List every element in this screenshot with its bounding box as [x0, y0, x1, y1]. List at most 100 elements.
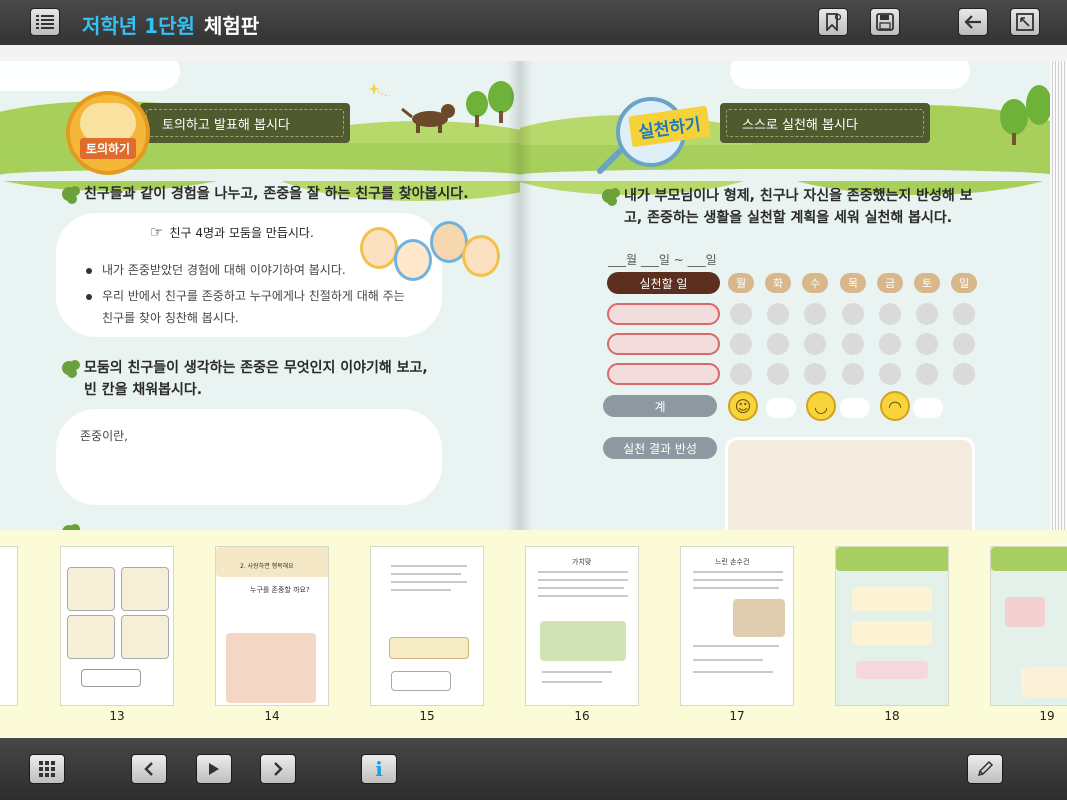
comic-panel — [67, 567, 115, 611]
check-circle[interactable] — [767, 303, 789, 325]
bullet-item: 우리 반에서 친구를 존중하고 누구에게나 친절하게 대해 주는 — [86, 285, 405, 307]
children-faces-illustration — [360, 221, 500, 291]
bullet-item: 내가 존중받았던 경험에 대해 이야기하여 봅시다. — [86, 259, 346, 281]
thumbnail-strip[interactable]: 13 2. 사랑하면 행복해요 누구를 존중할 까요? 14 15 가치맞 16… — [0, 530, 1067, 738]
thumbnail-page[interactable]: 가치맞 — [525, 546, 639, 706]
question-2: 모둠의 친구들이 생각하는 존중은 무엇인지 이야기해 보고, — [62, 357, 428, 379]
play-icon — [209, 763, 219, 775]
left-page[interactable]: 토의하고 발표해 봅시다 토의하기 친구들과 같이 경험을 나누고, 존중을 잘… — [0, 61, 520, 531]
list-menu-button[interactable] — [30, 8, 60, 36]
frown-icon[interactable]: ◠ — [880, 391, 910, 421]
tree — [466, 91, 488, 117]
back-arrow-icon — [964, 15, 981, 29]
tree — [1026, 85, 1052, 125]
score-input[interactable] — [766, 398, 796, 418]
thumbnail-page[interactable] — [835, 546, 949, 706]
thumbnail-page-number: 17 — [729, 709, 745, 723]
check-circle[interactable] — [953, 333, 975, 355]
thumbnail-page[interactable] — [990, 546, 1067, 706]
fit-screen-icon — [1016, 13, 1034, 31]
info-button[interactable]: i — [361, 754, 397, 784]
save-button[interactable] — [870, 8, 900, 36]
tree-trunk — [475, 115, 479, 127]
smile-icon[interactable]: ◡ — [806, 391, 836, 421]
check-circle[interactable] — [804, 363, 826, 385]
check-circle[interactable] — [842, 303, 864, 325]
ebook-viewer: 저학년 1단원 체험판 토의하고 발표해 봅시다 토의하기 친구들과 같이 경험… — [0, 0, 1067, 800]
edition-label: 체험판 — [204, 14, 260, 38]
book-title: 저학년 1단원 — [82, 14, 195, 38]
tree — [1000, 99, 1028, 135]
fit-screen-button[interactable] — [1010, 8, 1040, 36]
clover-icon — [602, 189, 616, 203]
check-circle[interactable] — [730, 303, 752, 325]
badge-illustration — [80, 103, 136, 143]
check-circle[interactable] — [804, 333, 826, 355]
check-circle[interactable] — [767, 363, 789, 385]
check-circle[interactable] — [879, 363, 901, 385]
save-icon — [876, 13, 894, 31]
thumb-box — [856, 661, 928, 679]
score-input[interactable] — [840, 398, 870, 418]
pencil-icon — [977, 760, 994, 777]
info-icon: i — [375, 757, 383, 781]
bookmark-button[interactable] — [818, 8, 848, 36]
next-page-button[interactable] — [260, 754, 296, 784]
comic-panel — [67, 615, 115, 659]
practice-question: 내가 부모님이나 형제, 친구나 자신을 존중했는지 반성해 보 — [602, 185, 973, 207]
check-circle[interactable] — [767, 333, 789, 355]
day-header: 목 — [840, 273, 866, 293]
right-page[interactable]: 스스로 실천해 봅시다 실천하기 내가 부모님이나 형제, 친구나 자신을 존중… — [520, 61, 1052, 531]
comic-panel — [121, 615, 169, 659]
back-button[interactable] — [958, 8, 988, 36]
thumbnail-partial[interactable] — [0, 546, 18, 706]
prev-page-button[interactable] — [131, 754, 167, 784]
list-menu-icon — [36, 15, 54, 29]
check-circle[interactable] — [916, 303, 938, 325]
grid-view-button[interactable] — [29, 754, 65, 784]
child-face — [360, 227, 398, 269]
total-label: 계 — [603, 395, 717, 417]
thumbnail-page[interactable] — [370, 546, 484, 706]
star-sparkle-icon — [368, 83, 390, 96]
task-input[interactable] — [607, 363, 720, 385]
score-input[interactable] — [913, 398, 943, 418]
thumb-illustration — [540, 621, 626, 661]
clover-icon — [62, 187, 76, 201]
chevron-left-icon — [144, 762, 153, 776]
task-input[interactable] — [607, 333, 720, 355]
answer-box[interactable] — [56, 409, 442, 505]
check-circle[interactable] — [842, 363, 864, 385]
check-circle[interactable] — [879, 303, 901, 325]
check-circle[interactable] — [804, 303, 826, 325]
discuss-badge-label: 토의하기 — [79, 138, 137, 159]
pen-tool-button[interactable] — [967, 754, 1003, 784]
tree-trunk — [499, 111, 503, 123]
thumb-illustration — [733, 599, 785, 637]
check-circle[interactable] — [916, 363, 938, 385]
dog-illustration — [401, 104, 455, 133]
bottom-toolbar: i — [0, 738, 1067, 800]
day-header: 토 — [914, 273, 940, 293]
check-circle[interactable] — [916, 333, 938, 355]
check-circle[interactable] — [879, 333, 901, 355]
grid-icon — [39, 761, 55, 777]
thumb-note — [391, 671, 451, 691]
bullet-item-continued: 친구를 찾아 칭찬해 봅시다. — [102, 311, 239, 325]
thumbnail-page[interactable] — [60, 546, 174, 706]
result-reflection-box[interactable] — [725, 437, 975, 531]
check-circle[interactable] — [730, 333, 752, 355]
thumbnail-page[interactable]: 느린 손수건 — [680, 546, 794, 706]
thumbnail-page[interactable]: 2. 사랑하면 행복해요 누구를 존중할 까요? — [215, 546, 329, 706]
answer-prompt: 존중이란, — [80, 429, 128, 443]
section-banner-discuss: 토의하고 발표해 봅시다 — [140, 103, 350, 143]
check-circle[interactable] — [953, 303, 975, 325]
page-edges — [1050, 61, 1067, 531]
check-circle[interactable] — [953, 363, 975, 385]
play-button[interactable] — [196, 754, 232, 784]
check-circle[interactable] — [842, 333, 864, 355]
check-circle[interactable] — [730, 363, 752, 385]
task-input[interactable] — [607, 303, 720, 325]
big-smile-icon[interactable]: ☺ — [728, 391, 758, 421]
thumb-subheading: 누구를 존중할 까요? — [250, 586, 310, 594]
